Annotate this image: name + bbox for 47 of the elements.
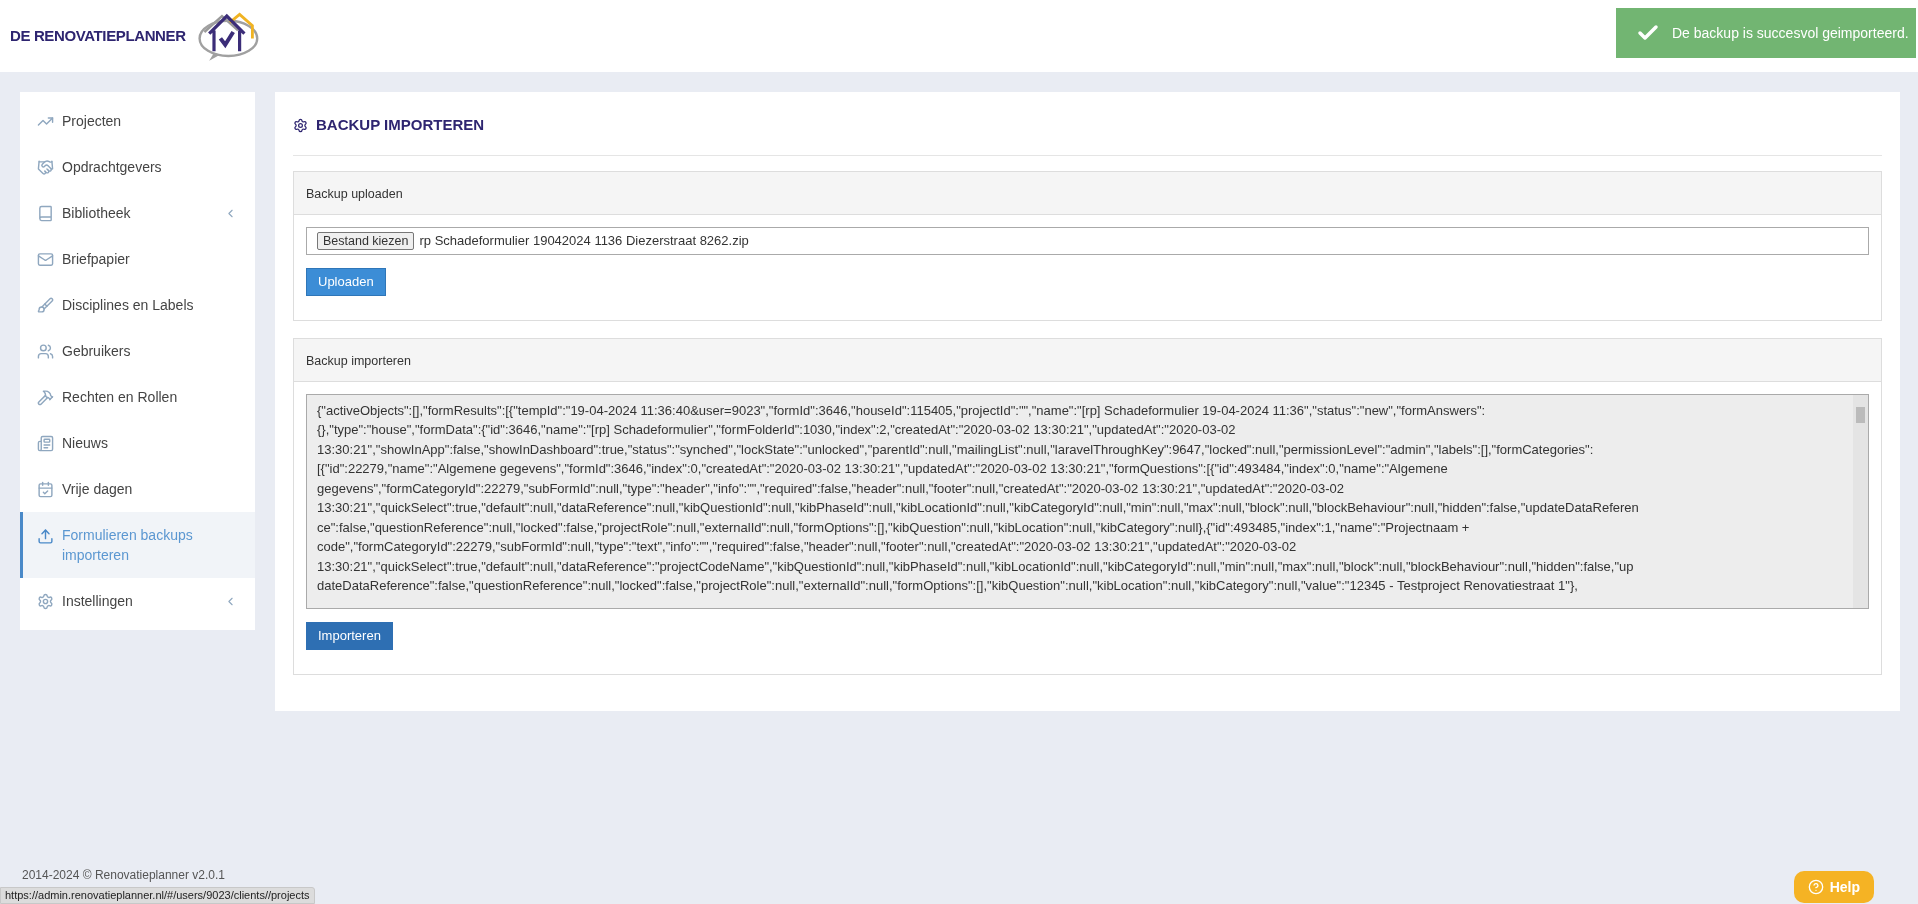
sidebar-item[interactable]: Briefpapier (20, 236, 255, 282)
toast-message: De backup is succesvol geimporteerd. (1672, 23, 1909, 43)
copyright-text: 2014-2024 © Renovatieplanner v2.0.1 (22, 867, 225, 884)
upload-icon (37, 527, 54, 545)
sidebar-item[interactable]: Opdrachtgevers (20, 144, 255, 190)
backup-text-area[interactable]: {"activeObjects":[],"formResults":[{"tempId":"19-04-2024 11:36:40&user=9023","formId":3646,"houseId":115405,"projectId":"","name":"[rp] Schadeformulier 19-04-2024 11:36","status":"new","formAnswers": {},"type":"house","formData":{"id":3646,"name":"[rp] Schadeformulier","formFolderId":1030,"index":2,"createdAt":"2020-03-02 13:30:21","updatedAt":"2020-03-02 13:30:21","showInApp":false,"showInDashboard":true,"status":"synched","lockState":"unlocked","parentId":null,"mailingList":null,"laravelThroughKey":9647,"locked":null,"permissionLevel":"admin","labels":[],"formCategories": [{"id":22279,"name":"Algemene gegevens","formId":3646,"index":0,"createdAt":"2020-03-02 13:30:21","updatedAt":"2020-03-02 13:30:21","formQuestions":[{"id":493484,"index":0,"name":"Algemene gegevens","formCategoryId":22279,"subFormId":null,"type":"header","info":"","required":false,"header":null,"footer":null,"createdAt":"2020-03-02 13:30:21","updatedAt":"2020-03-02 13:30:21","quickSelect":true,"default":null,"dataReference":null,"kibQuestionId":null,"kibPhaseId":null,"kibLocationId":null,"kibCategoryId":null,"min":null,"max":null,"block":null,"blockBehaviour":null,"hidden":false,"updateDataReferen ce":false,"questionReference":null,"locked":false,"projectRole":null,"externalId":null,"formOptions":[],"kibQuestion":null,"kibLocation":null,"kibCategory":null},{"id":493485,"index":1,"name":"Projectnaam + code","formCategoryId":22279,"subFormId":null,"type":"text","info":"","required":false,"header":null,"footer":null,"createdAt":"2020-03-02 13:30:21","updatedAt":"2020-03-02 13:30:21","quickSelect":true,"default":null,"dataReference":"projectCodeName","kibQuestionId":null,"kibPhaseId":null,"kibLocationId":null,"kibCategoryId":null,"min":null,"max":null,"block":null,"blockBehaviour":null,"hidden":false,"up dateDataReference":false,"questionReference":null,"locked":false,"projectRole":null,"externalId":null,"formOptions":[],"kibQuestion":null,"kibLocation":null,"kibCategory":null,"value":"12345 - Testproject Renovatiestraat 1"}, (306, 393, 1869, 609)
status-bar-url: https://admin.renovatieplanner.nl/#/users/9023/clients//projects (0, 887, 315, 904)
upload-button[interactable]: Uploaden (306, 267, 386, 296)
sidebar-item-label: Disciplines en Labels (62, 296, 195, 315)
brush-icon (37, 296, 54, 314)
sidebar-item[interactable]: Vrije dagen (20, 466, 255, 512)
newspaper-icon (37, 434, 54, 452)
logo-text: DE RENOVATIEPLANNER (10, 25, 186, 46)
sidebar-item[interactable]: Bibliotheek (20, 190, 255, 236)
sidebar-item[interactable]: Rechten en Rollen (20, 374, 255, 420)
sidebar-item-label: Projecten (62, 112, 123, 131)
sidebar-item-label: Formulieren backups importeren (62, 526, 194, 565)
sidebar-item-label: Opdrachtgevers (62, 158, 163, 177)
sidebar-item-label: Bibliotheek (62, 204, 132, 223)
handshake-icon (37, 158, 54, 176)
sidebar-item-label: Rechten en Rollen (62, 388, 179, 407)
panel-title: Backup uploaden (306, 186, 403, 201)
book-icon (37, 204, 54, 222)
sidebar-item-label: Instellingen (62, 592, 134, 611)
envelope-icon (37, 250, 54, 268)
sidebar-item[interactable]: Gebruikers (20, 328, 255, 374)
file-input[interactable]: Bestand kiezen rp Schadeformulier 19042024 1136 Diezerstraat 8262.zip (306, 226, 1869, 255)
sidebar-item[interactable]: Nieuws (20, 420, 255, 466)
sidebar-item[interactable]: Projecten (20, 98, 255, 144)
users-icon (37, 342, 54, 360)
settings-icon (37, 592, 54, 610)
choose-file-button[interactable]: Bestand kiezen (317, 231, 415, 250)
scrollbar[interactable] (1853, 394, 1868, 608)
import-button[interactable]: Importeren (306, 621, 393, 650)
page-title: BACKUP IMPORTEREN (316, 115, 485, 135)
help-icon (1807, 879, 1824, 895)
file-name: rp Schadeformulier 19042024 1136 Diezerstraat 8262.zip (419, 231, 749, 250)
settings-icon (293, 117, 308, 133)
calendar-icon (37, 480, 54, 498)
sidebar-item[interactable]: Instellingen (20, 578, 255, 624)
sidebar-item-label: Vrije dagen (62, 480, 134, 499)
sidebar-item[interactable]: Disciplines en Labels (20, 282, 255, 328)
hammer-icon (37, 388, 54, 406)
sidebar-item-label: Briefpapier (62, 250, 131, 269)
sidebar-item-label: Nieuws (62, 434, 109, 453)
sidebar-item-label: Gebruikers (62, 342, 132, 361)
panel-title: Backup importeren (306, 353, 411, 368)
